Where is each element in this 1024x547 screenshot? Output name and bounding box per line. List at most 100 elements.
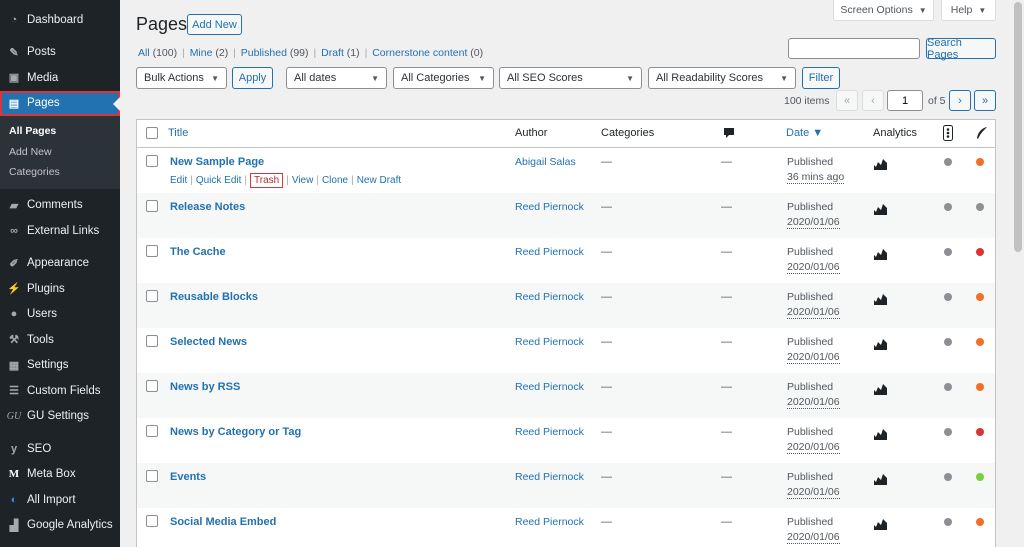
quick-edit-link[interactable]: Quick Edit [196, 175, 242, 186]
row-checkbox[interactable] [146, 290, 158, 302]
author-link[interactable]: Reed Piernock [515, 381, 584, 393]
sidebar-item-pages[interactable]: ▤ Pages [0, 90, 120, 116]
author-link[interactable]: Reed Piernock [515, 336, 584, 348]
sidebar-item-meta-box[interactable]: M Meta Box [0, 462, 120, 488]
screen-options-button[interactable]: Screen Options ▼ [833, 0, 934, 21]
sidebar-item-seo[interactable]: y SEO [0, 436, 120, 462]
sidebar-item-gu-settings[interactable]: GU GU Settings [0, 404, 120, 430]
status-label: Published [787, 336, 834, 348]
apply-button[interactable]: Apply [232, 67, 273, 89]
view-link[interactable]: View [292, 175, 314, 186]
sidebar-item-all-import[interactable]: ◐ All Import [0, 487, 120, 513]
author-link[interactable]: Reed Piernock [515, 426, 584, 438]
row-checkbox[interactable] [146, 335, 158, 347]
author-link[interactable]: Reed Piernock [515, 516, 584, 528]
add-new-button[interactable]: Add New [187, 14, 242, 35]
readability-score-select[interactable]: All Readability Scores ▼ [648, 67, 796, 89]
filter-cornerstone[interactable]: Cornerstone content [372, 47, 467, 59]
page-title-link[interactable]: The Cache [170, 246, 226, 258]
comments-value: — [721, 291, 732, 303]
row-checkbox[interactable] [146, 245, 158, 257]
analytics-chart-icon[interactable] [874, 158, 887, 173]
submenu-add-new[interactable]: Add New [0, 142, 120, 163]
readability-column-icon [975, 126, 988, 143]
analytics-chart-icon[interactable] [874, 473, 887, 488]
date-value: 2020/01/06 [787, 216, 840, 229]
sidebar-item-external-links[interactable]: ∞ External Links [0, 218, 120, 244]
page-title-link[interactable]: Events [170, 471, 206, 483]
next-page-button[interactable]: › [949, 90, 971, 111]
sidebar-item-plugins[interactable]: ⚡ Plugins [0, 276, 120, 302]
analytics-chart-icon[interactable] [874, 248, 887, 263]
help-button[interactable]: Help ▼ [941, 0, 996, 21]
sidebar-item-comments[interactable]: ▰ Comments [0, 193, 120, 219]
sidebar-item-users[interactable]: ● Users [0, 302, 120, 328]
row-checkbox[interactable] [146, 470, 158, 482]
date-value: 2020/01/06 [787, 441, 840, 454]
author-link[interactable]: Reed Piernock [515, 246, 584, 258]
author-link[interactable]: Reed Piernock [515, 291, 584, 303]
author-link[interactable]: Reed Piernock [515, 201, 584, 213]
row-checkbox[interactable] [146, 515, 158, 527]
trash-link[interactable]: Trash [250, 173, 284, 188]
sidebar-item-label: All Import [27, 493, 76, 506]
column-date[interactable]: Date ▼ [786, 127, 823, 139]
link-icon: ∞ [10, 224, 18, 237]
sidebar-item-media[interactable]: ▣ Media [0, 65, 120, 91]
scrollbar[interactable] [1012, 0, 1024, 547]
row-checkbox[interactable] [146, 425, 158, 437]
page-title-link[interactable]: News by Category or Tag [170, 426, 301, 438]
analytics-chart-icon[interactable] [874, 203, 887, 218]
sidebar-item-dashboard[interactable]: ◔ Dashboard [0, 7, 120, 33]
page-title-link[interactable]: Release Notes [170, 201, 245, 213]
page-title-link[interactable]: Social Media Embed [170, 516, 276, 528]
analytics-chart-icon[interactable] [874, 428, 887, 443]
sidebar-item-posts[interactable]: ✎ Posts [0, 40, 120, 66]
column-title[interactable]: Title [168, 127, 188, 139]
sidebar-item-appearance[interactable]: ✐ Appearance [0, 251, 120, 277]
seo-score-select[interactable]: All SEO Scores ▼ [499, 67, 642, 89]
filter-button[interactable]: Filter [802, 67, 840, 89]
date-wrapper: 2020/01/06 [787, 441, 840, 454]
category-filter-select[interactable]: All Categories ▼ [393, 67, 494, 89]
edit-link[interactable]: Edit [170, 175, 187, 186]
page-title-link[interactable]: New Sample Page [170, 156, 264, 168]
new-draft-link[interactable]: New Draft [357, 175, 401, 186]
author-link[interactable]: Abigail Salas [515, 156, 576, 168]
page-title-link[interactable]: Reusable Blocks [170, 291, 258, 303]
first-page-button[interactable]: « [836, 90, 858, 111]
date-filter-select[interactable]: All dates ▼ [286, 67, 387, 89]
clone-link[interactable]: Clone [322, 175, 348, 186]
sidebar-item-google-analytics[interactable]: ▟ Google Analytics [0, 513, 120, 539]
analytics-chart-icon[interactable] [874, 338, 887, 353]
prev-page-button[interactable]: ‹ [862, 90, 884, 111]
seo-score-dot [944, 473, 952, 481]
row-checkbox[interactable] [146, 155, 158, 167]
sidebar-item-settings[interactable]: ▦ Settings [0, 353, 120, 379]
row-checkbox[interactable] [146, 380, 158, 392]
sidebar-item-tools[interactable]: ⚒ Tools [0, 327, 120, 353]
filter-all[interactable]: All [138, 47, 150, 59]
author-link[interactable]: Reed Piernock [515, 471, 584, 483]
scrollbar-thumb[interactable] [1014, 2, 1022, 252]
filter-draft[interactable]: Draft [321, 47, 344, 59]
current-page-input[interactable] [887, 90, 923, 111]
analytics-chart-icon[interactable] [874, 293, 887, 308]
separator: | [313, 47, 317, 59]
submenu-categories[interactable]: Categories [0, 162, 120, 183]
page-title-link[interactable]: Selected News [170, 336, 247, 348]
submenu-all-pages[interactable]: All Pages [0, 121, 120, 142]
filter-mine[interactable]: Mine [190, 47, 213, 59]
select-all-checkbox[interactable] [146, 127, 158, 139]
analytics-chart-icon[interactable] [874, 383, 887, 398]
search-pages-button[interactable]: Search Pages [926, 37, 996, 61]
sidebar-item-custom-fields[interactable]: ☰ Custom Fields [0, 378, 120, 404]
sidebar-item-label: Custom Fields [27, 384, 101, 397]
bulk-actions-select[interactable]: Bulk Actions ▼ [136, 67, 227, 89]
page-title-link[interactable]: News by RSS [170, 381, 240, 393]
analytics-chart-icon[interactable] [874, 518, 887, 533]
row-checkbox[interactable] [146, 200, 158, 212]
last-page-button[interactable]: » [974, 90, 996, 111]
search-input[interactable] [788, 38, 920, 59]
filter-published[interactable]: Published [241, 47, 287, 59]
